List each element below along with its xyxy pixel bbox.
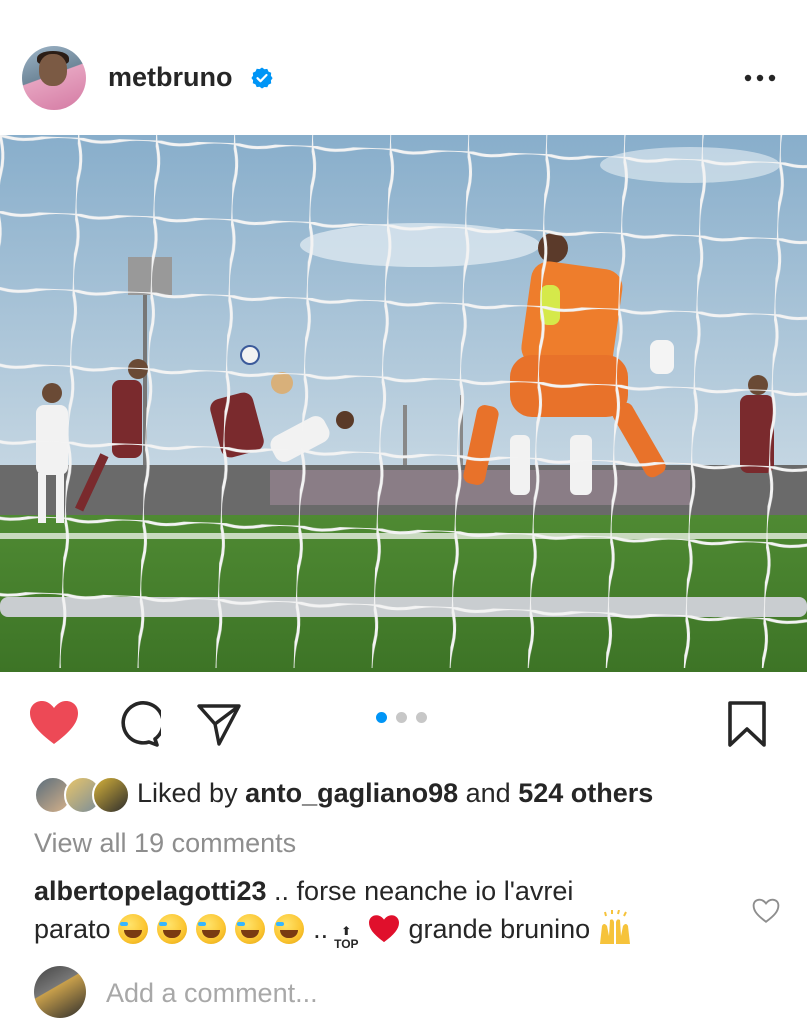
comment-text-cont: parato bbox=[34, 914, 119, 944]
top-arrow-emoji-icon: ⬆ TOP bbox=[334, 924, 359, 951]
red-heart-emoji-icon bbox=[368, 915, 399, 943]
comment-dots: .. bbox=[313, 914, 329, 944]
rofl-emoji-icon bbox=[157, 914, 188, 944]
carousel-dot[interactable] bbox=[416, 712, 427, 723]
comment-icon[interactable] bbox=[113, 701, 161, 749]
post-header: metbruno bbox=[0, 0, 807, 135]
comment-line-1: albertopelagotti23 .. forse neanche io l… bbox=[34, 876, 573, 907]
like-heart-icon[interactable] bbox=[28, 699, 80, 747]
likes-count[interactable]: 524 others bbox=[518, 778, 653, 808]
add-comment-input[interactable]: Add a comment... bbox=[106, 978, 318, 1009]
carousel-indicator bbox=[376, 712, 432, 724]
author-username[interactable]: metbruno bbox=[108, 62, 233, 93]
likes-conjunction: and bbox=[458, 778, 519, 808]
top-emoji-label: TOP bbox=[334, 937, 359, 951]
share-send-icon[interactable] bbox=[195, 700, 243, 748]
current-user-avatar bbox=[34, 966, 86, 1018]
bookmark-icon[interactable] bbox=[724, 700, 770, 748]
verified-badge-icon bbox=[251, 67, 273, 89]
post-image[interactable] bbox=[0, 135, 807, 672]
liker-username[interactable]: anto_gagliano98 bbox=[245, 778, 458, 808]
liker-avatar bbox=[92, 776, 130, 814]
likes-prefix: Liked by bbox=[137, 778, 246, 808]
comment-text-end: grande brunino bbox=[408, 914, 591, 944]
rofl-emoji-icon bbox=[274, 914, 305, 944]
rofl-emoji-icon bbox=[235, 914, 266, 944]
post-actions bbox=[0, 690, 807, 760]
author-avatar[interactable] bbox=[22, 46, 86, 110]
football-goal-photo bbox=[0, 135, 807, 672]
comment-text: .. forse neanche io l'avrei bbox=[266, 876, 574, 906]
raising-hands-emoji-icon bbox=[600, 910, 631, 944]
comment-line-2: parato .. ⬆ TOP grande brunino bbox=[34, 910, 634, 951]
more-horizontal-icon[interactable] bbox=[740, 66, 780, 90]
carousel-dot-active[interactable] bbox=[376, 712, 387, 723]
comment-like-heart-icon[interactable] bbox=[752, 898, 780, 924]
carousel-dot[interactable] bbox=[396, 712, 407, 723]
add-comment-bar[interactable]: Add a comment... bbox=[0, 960, 807, 1024]
likes-summary[interactable]: Liked by anto_gagliano98 and 524 others bbox=[30, 772, 790, 814]
rofl-emoji-icon bbox=[196, 914, 227, 944]
likes-text: Liked by anto_gagliano98 and 524 others bbox=[137, 778, 653, 809]
comment-username[interactable]: albertopelagotti23 bbox=[34, 876, 267, 906]
rofl-emoji-icon bbox=[118, 914, 149, 944]
view-all-comments-link[interactable]: View all 19 comments bbox=[34, 828, 296, 859]
